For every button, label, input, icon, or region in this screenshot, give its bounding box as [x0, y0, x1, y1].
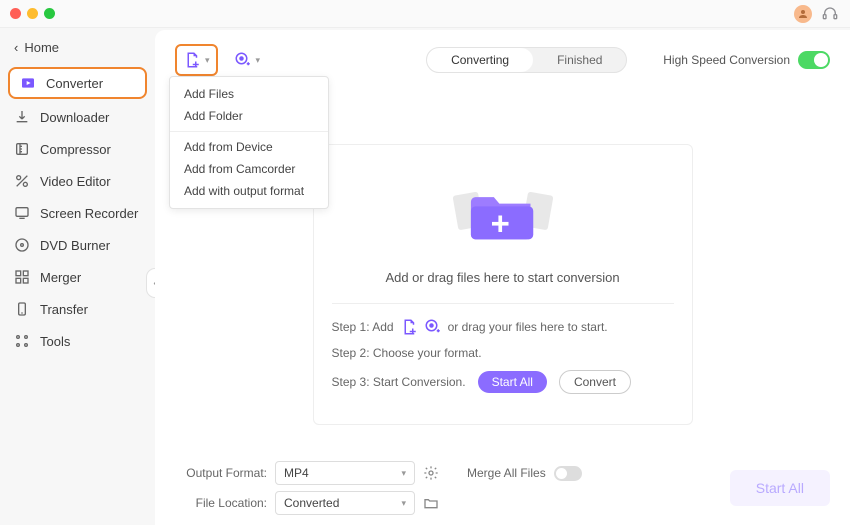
convert-pill-button[interactable]: Convert	[559, 370, 631, 394]
user-avatar[interactable]	[794, 5, 812, 23]
window-minimize-button[interactable]	[27, 8, 38, 19]
drop-zone-card: Add or drag files here to start conversi…	[313, 144, 693, 425]
step-1: Step 1: Add or drag your files here to s…	[332, 318, 674, 336]
sidebar-item-transfer[interactable]: Transfer	[0, 293, 155, 325]
chevron-down-icon: ▾	[205, 55, 210, 66]
chevron-left-icon: ‹	[14, 40, 18, 55]
sidebar-item-merger[interactable]: Merger	[0, 261, 155, 293]
drop-zone[interactable]	[332, 161, 674, 266]
sidebar-item-downloader[interactable]: Downloader	[0, 101, 155, 133]
add-disc-icon[interactable]	[424, 318, 442, 336]
chevron-down-icon: ▾	[401, 498, 406, 509]
sidebar-item-video-editor[interactable]: Video Editor	[0, 165, 155, 197]
file-location-label: File Location:	[175, 496, 267, 510]
window-maximize-button[interactable]	[44, 8, 55, 19]
sidebar: ‹ Home Converter Downloader Compressor V…	[0, 28, 155, 525]
dvd-burner-icon	[14, 237, 30, 253]
support-icon[interactable]	[822, 6, 838, 22]
home-nav[interactable]: ‹ Home	[0, 38, 155, 65]
converter-icon	[20, 75, 36, 91]
add-file-dropdown: Add Files Add Folder Add from Device Add…	[169, 76, 329, 209]
sidebar-item-dvd-burner[interactable]: DVD Burner	[0, 229, 155, 261]
sidebar-item-label: Transfer	[40, 302, 88, 317]
start-all-pill-button[interactable]: Start All	[478, 371, 547, 393]
screen-recorder-icon	[14, 205, 30, 221]
sidebar-item-converter[interactable]: Converter	[8, 67, 147, 99]
dropdown-add-files[interactable]: Add Files	[170, 83, 328, 105]
dropdown-add-from-device[interactable]: Add from Device	[170, 136, 328, 158]
sidebar-item-label: Tools	[40, 334, 70, 349]
dropdown-add-with-output-format[interactable]: Add with output format	[170, 180, 328, 202]
chevron-down-icon: ▾	[401, 468, 406, 479]
add-disc-button[interactable]: ▾	[226, 44, 269, 76]
sidebar-item-label: Merger	[40, 270, 81, 285]
divider	[332, 303, 674, 304]
folder-plus-icon	[448, 177, 558, 250]
sidebar-item-tools[interactable]: Tools	[0, 325, 155, 357]
chevron-down-icon: ▾	[256, 55, 261, 66]
sidebar-item-compressor[interactable]: Compressor	[0, 133, 155, 165]
home-label: Home	[24, 40, 59, 55]
sidebar-item-label: Compressor	[40, 142, 111, 157]
tab-finished[interactable]: Finished	[533, 48, 626, 72]
compressor-icon	[14, 141, 30, 157]
drop-zone-text: Add or drag files here to start conversi…	[332, 270, 674, 285]
high-speed-label: High Speed Conversion	[663, 53, 790, 67]
window-close-button[interactable]	[10, 8, 21, 19]
step-3: Step 3: Start Conversion. Start All Conv…	[332, 370, 674, 394]
main-content: ▾ ▾ Converting Finished High Speed Conve…	[155, 30, 850, 525]
sidebar-item-label: Video Editor	[40, 174, 111, 189]
merge-label: Merge All Files	[467, 466, 546, 480]
open-folder-icon[interactable]	[423, 495, 439, 511]
start-all-button[interactable]: Start All	[730, 470, 830, 506]
step-2: Step 2: Choose your format.	[332, 346, 674, 360]
output-format-select[interactable]: MP4 ▾	[275, 461, 415, 485]
status-tabs: Converting Finished	[426, 47, 627, 73]
output-format-label: Output Format:	[175, 466, 267, 480]
tab-converting[interactable]: Converting	[427, 48, 533, 72]
sidebar-item-label: DVD Burner	[40, 238, 110, 253]
add-disc-icon	[234, 51, 252, 69]
tools-icon	[14, 333, 30, 349]
sidebar-item-label: Converter	[46, 76, 103, 91]
file-location-select[interactable]: Converted ▾	[275, 491, 415, 515]
dropdown-add-from-camcorder[interactable]: Add from Camcorder	[170, 158, 328, 180]
video-editor-icon	[14, 173, 30, 189]
add-file-icon	[183, 51, 201, 69]
dropdown-add-folder[interactable]: Add Folder	[170, 105, 328, 127]
transfer-icon	[14, 301, 30, 317]
add-file-icon[interactable]	[400, 318, 418, 336]
sidebar-item-label: Screen Recorder	[40, 206, 138, 221]
sidebar-item-label: Downloader	[40, 110, 109, 125]
high-speed-toggle[interactable]	[798, 51, 830, 69]
add-file-button[interactable]: ▾	[175, 44, 218, 76]
merge-toggle[interactable]	[554, 466, 582, 481]
sidebar-item-screen-recorder[interactable]: Screen Recorder	[0, 197, 155, 229]
output-settings-icon[interactable]	[423, 465, 439, 481]
merger-icon	[14, 269, 30, 285]
dropdown-separator	[170, 131, 328, 132]
downloader-icon	[14, 109, 30, 125]
